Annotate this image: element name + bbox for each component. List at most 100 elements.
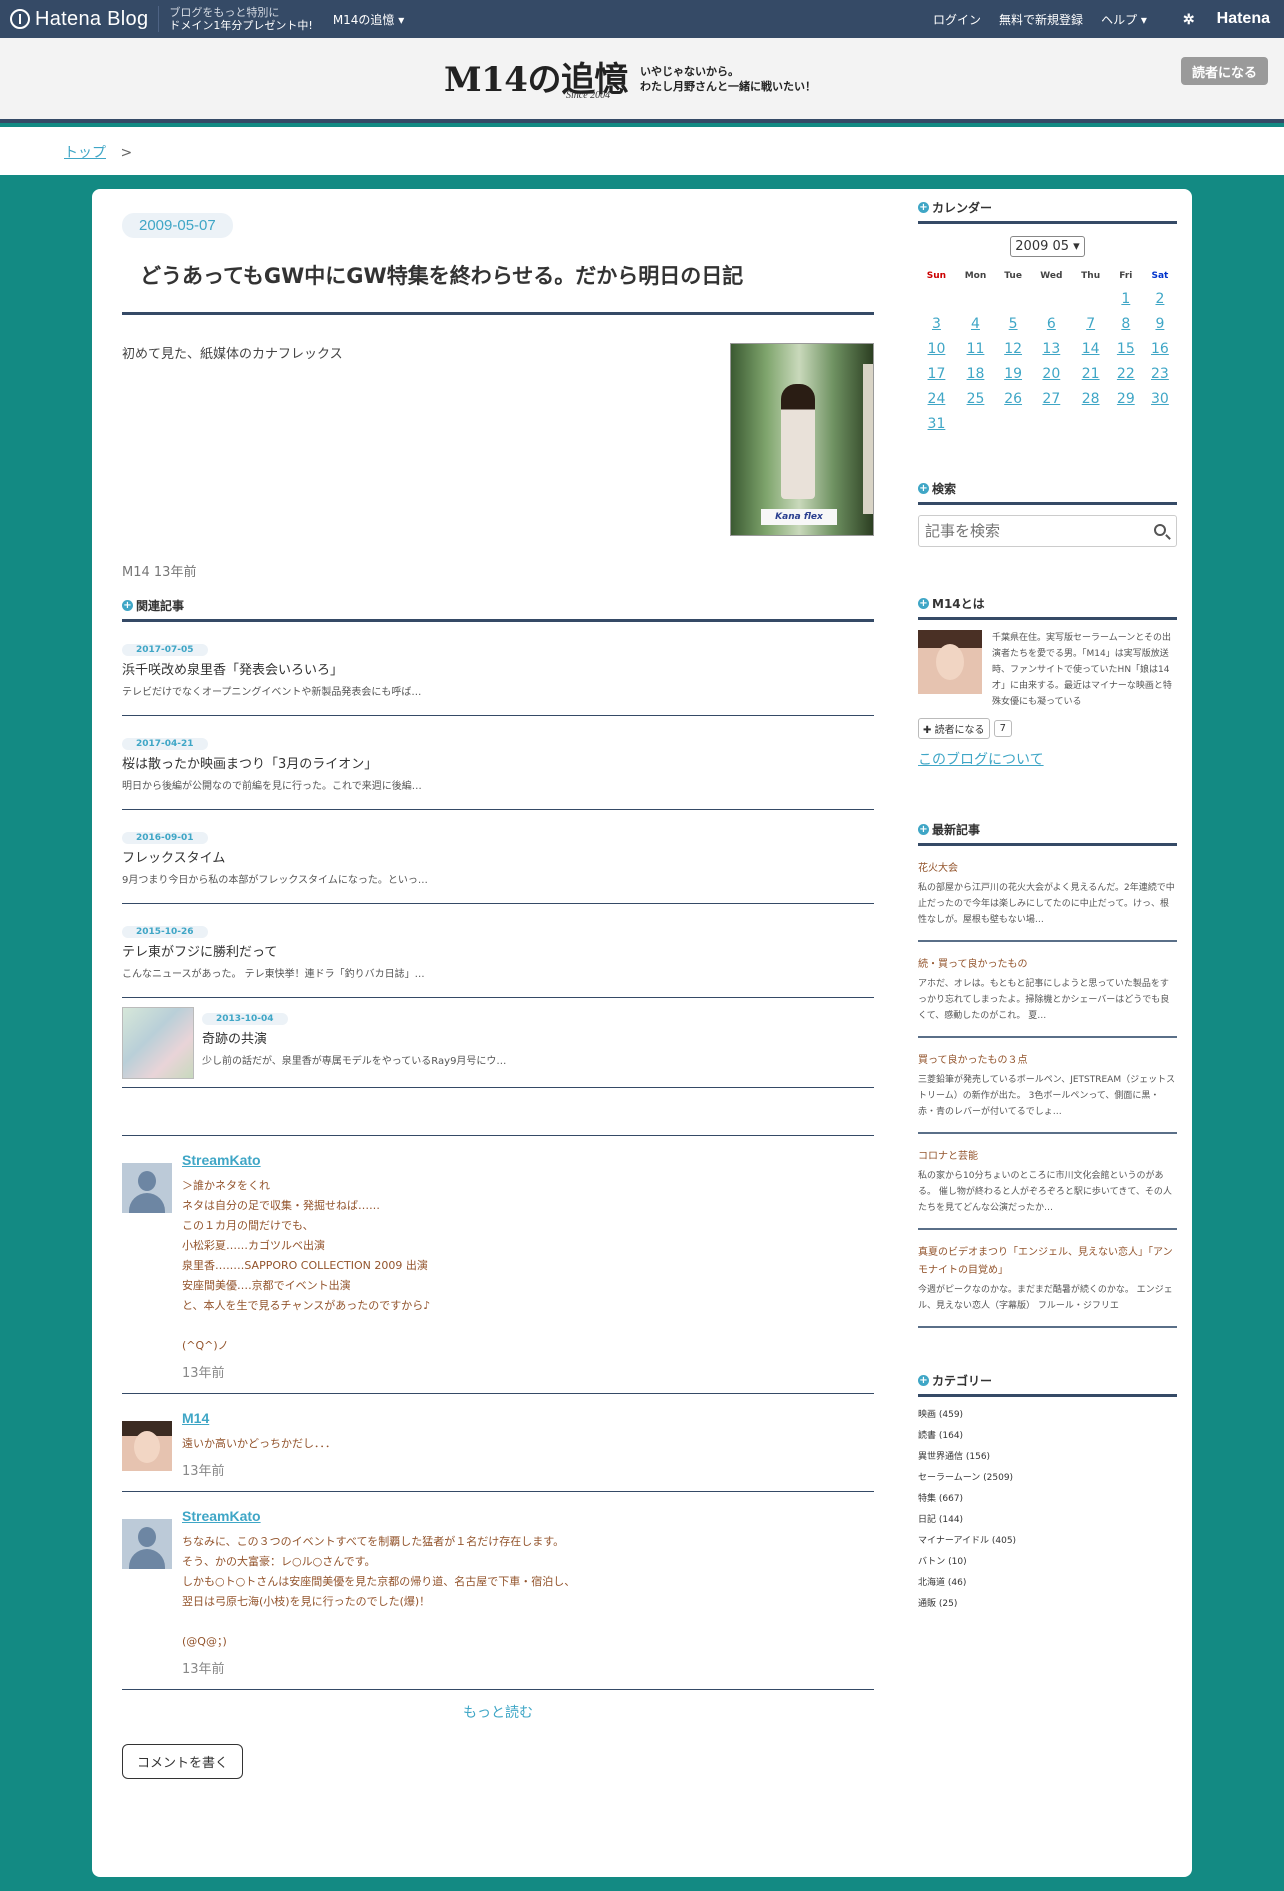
calendar-day-link[interactable]: 25 [967, 391, 985, 407]
comment-time[interactable]: 13年前 [182, 1362, 874, 1381]
comment-author[interactable]: M14 [182, 1410, 874, 1426]
calendar-day-link[interactable]: 6 [1047, 316, 1056, 332]
category-link[interactable]: 北海道 (46) [918, 1575, 1177, 1596]
calendar-day-link[interactable]: 11 [967, 341, 985, 357]
hatena-blog-logo[interactable]: Hatena Blog [10, 8, 148, 31]
help-dropdown[interactable]: ヘルプ ▾ [1101, 11, 1147, 28]
category-link[interactable]: 日記 (144) [918, 1512, 1177, 1533]
read-more-link[interactable]: もっと読む [122, 1702, 874, 1722]
related-entry[interactable]: 2017-07-05 浜千咲改め泉里香「発表会いろいろ」 テレビだけでなくオープ… [122, 622, 874, 716]
calendar-day-link[interactable]: 2 [1155, 291, 1164, 307]
calendar-day-link[interactable]: 21 [1082, 366, 1100, 382]
calendar-day-link[interactable]: 16 [1151, 341, 1169, 357]
calendar-day-link[interactable]: 27 [1042, 391, 1060, 407]
calendar-heading-label: カレンダー [932, 201, 993, 215]
calendar-day-link[interactable]: 5 [1009, 316, 1018, 332]
calendar-cell: 14 [1073, 336, 1109, 361]
domain-promo[interactable]: ブログをもっと特別に ドメイン1年分プレゼント中! [169, 6, 312, 32]
related-entry-title[interactable]: フレックスタイム [122, 847, 874, 866]
related-entry-title[interactable]: テレ東がフジに勝利だって [122, 941, 874, 960]
related-entry-date: 2013-10-04 [202, 1013, 288, 1025]
entry-photo[interactable]: Kana flex [730, 343, 874, 536]
related-entry[interactable]: 2016-09-01 フレックスタイム 9月つまり今日から私の本部がフレックスタ… [122, 810, 874, 904]
recent-entry-title[interactable]: 真夏のビデオまつり「エンジェル、見えない恋人」「アンモナイトの目覚め」 [918, 1244, 1177, 1280]
calendar-day-link[interactable]: 22 [1117, 366, 1135, 382]
calendar-day-link[interactable]: 28 [1082, 391, 1100, 407]
search-icon[interactable] [1154, 524, 1166, 536]
calendar-day-link[interactable]: 8 [1121, 316, 1130, 332]
recent-entry[interactable]: 続・買って良かったもの アホだ、オレは。もともと記事にしようと思っていた製品をす… [918, 942, 1177, 1038]
related-entry[interactable]: 2015-10-26 テレ東がフジに勝利だって こんなニュースがあった。 テレ東… [122, 904, 874, 998]
calendar-day-link[interactable]: 29 [1117, 391, 1135, 407]
recent-entry-title[interactable]: 続・買って良かったもの [918, 956, 1177, 974]
calendar-cell: 28 [1073, 386, 1109, 411]
entry-title[interactable]: どうあってもGW中にGW特集を終わらせる。だから明日の日記 [122, 260, 874, 315]
recent-entry-title[interactable]: 買って良かったもの３点 [918, 1052, 1177, 1070]
calendar-day-link[interactable]: 23 [1151, 366, 1169, 382]
write-comment-button[interactable]: コメントを書く [122, 1744, 244, 1779]
entry-date[interactable]: 2009-05-07 [122, 213, 233, 238]
subscribe-button[interactable]: 読者になる [1181, 57, 1268, 85]
comment-author[interactable]: StreamKato [182, 1152, 874, 1168]
category-link[interactable]: 特集 (667) [918, 1491, 1177, 1512]
comment-time[interactable]: 13年前 [182, 1460, 874, 1479]
reader-button[interactable]: ✚ 読者になる [918, 718, 990, 739]
category-link[interactable]: 異世界通信 (156) [918, 1449, 1177, 1470]
breadcrumb-top-link[interactable]: トップ [64, 145, 106, 161]
calendar-weekday: Sat [1151, 271, 1169, 281]
category-link[interactable]: マイナーアイドル (405) [918, 1533, 1177, 1554]
category-link[interactable]: バトン (10) [918, 1554, 1177, 1575]
calendar-day-link[interactable]: 13 [1042, 341, 1060, 357]
calendar-day-link[interactable]: 3 [932, 316, 941, 332]
related-entry[interactable]: 2013-10-04 奇跡の共演 少し前の話だが、泉里香が専属モデルをやっている… [122, 998, 874, 1088]
blog-menu-dropdown[interactable]: M14の追憶 ▾ [333, 11, 404, 28]
calendar-day-link[interactable]: 19 [1004, 366, 1022, 382]
calendar-day-link[interactable]: 24 [928, 391, 946, 407]
related-entry-title[interactable]: 奇跡の共演 [202, 1028, 874, 1047]
category-link[interactable]: セーラームーン (2509) [918, 1470, 1177, 1491]
search-module: + 検索 [918, 480, 1177, 547]
calendar-month-select[interactable]: 2009 05 ▾ [1010, 236, 1085, 257]
recent-entry[interactable]: 真夏のビデオまつり「エンジェル、見えない恋人」「アンモナイトの目覚め」 今週がピ… [918, 1230, 1177, 1328]
calendar-day-link[interactable]: 10 [928, 341, 946, 357]
calendar-day-link[interactable]: 14 [1082, 341, 1100, 357]
calendar-day-link[interactable]: 7 [1086, 316, 1095, 332]
related-entry-thumbnail[interactable] [122, 1007, 194, 1079]
signup-link[interactable]: 無料で新規登録 [999, 11, 1083, 28]
search-input[interactable] [919, 516, 1176, 546]
recent-entry[interactable]: コロナと芸能 私の家から10分ちょいのところに市川文化会館というのがある。 催し… [918, 1134, 1177, 1230]
calendar-day-link[interactable]: 31 [928, 416, 946, 432]
calendar-day-link[interactable]: 20 [1042, 366, 1060, 382]
login-link[interactable]: ログイン [933, 11, 981, 28]
profile-avatar[interactable] [918, 630, 982, 694]
category-link[interactable]: 映画 (459) [918, 1407, 1177, 1428]
calendar-day-link[interactable]: 26 [1004, 391, 1022, 407]
calendar-day-link[interactable]: 9 [1155, 316, 1164, 332]
related-entry-title[interactable]: 桜は散ったか映画まつり「3月のライオン」 [122, 753, 874, 772]
recent-entry-title[interactable]: コロナと芸能 [918, 1148, 1177, 1166]
calendar-day-link[interactable]: 17 [928, 366, 946, 382]
calendar-day-link[interactable]: 30 [1151, 391, 1169, 407]
reader-count[interactable]: 7 [993, 720, 1012, 737]
calendar-day-link[interactable]: 15 [1117, 341, 1135, 357]
related-entry[interactable]: 2017-04-21 桜は散ったか映画まつり「3月のライオン」 明日から後編が公… [122, 716, 874, 810]
related-entry-title[interactable]: 浜千咲改め泉里香「発表会いろいろ」 [122, 659, 874, 678]
calendar-day-link[interactable]: 4 [971, 316, 980, 332]
default-user-avatar[interactable] [122, 1519, 172, 1569]
category-link[interactable]: 読書 (164) [918, 1428, 1177, 1449]
calendar-day-link[interactable]: 1 [1121, 291, 1130, 307]
calendar-day-link[interactable]: 12 [1004, 341, 1022, 357]
recent-entry-title[interactable]: 花火大会 [918, 860, 1177, 878]
hatena-brand-menu[interactable]: ✲ Hatena [1165, 10, 1270, 28]
default-user-avatar[interactable] [122, 1163, 172, 1213]
calendar-day-link[interactable]: 18 [967, 366, 985, 382]
category-link[interactable]: 通販 (25) [918, 1596, 1177, 1617]
recent-entry[interactable]: 買って良かったもの３点 三菱鉛筆が発売しているボールペン、JETSTREAM（ジ… [918, 1038, 1177, 1134]
calendar-weekday: Mon [964, 271, 987, 281]
comment-time[interactable]: 13年前 [182, 1658, 874, 1677]
calendar-cell: 18 [955, 361, 996, 386]
user-avatar[interactable] [122, 1421, 172, 1471]
comment-author[interactable]: StreamKato [182, 1508, 874, 1524]
recent-entry[interactable]: 花火大会 私の部屋から江戸川の花火大会がよく見えるんだ。2年連続で中止だったので… [918, 846, 1177, 942]
about-blog-link[interactable]: このブログについて [918, 749, 1177, 769]
